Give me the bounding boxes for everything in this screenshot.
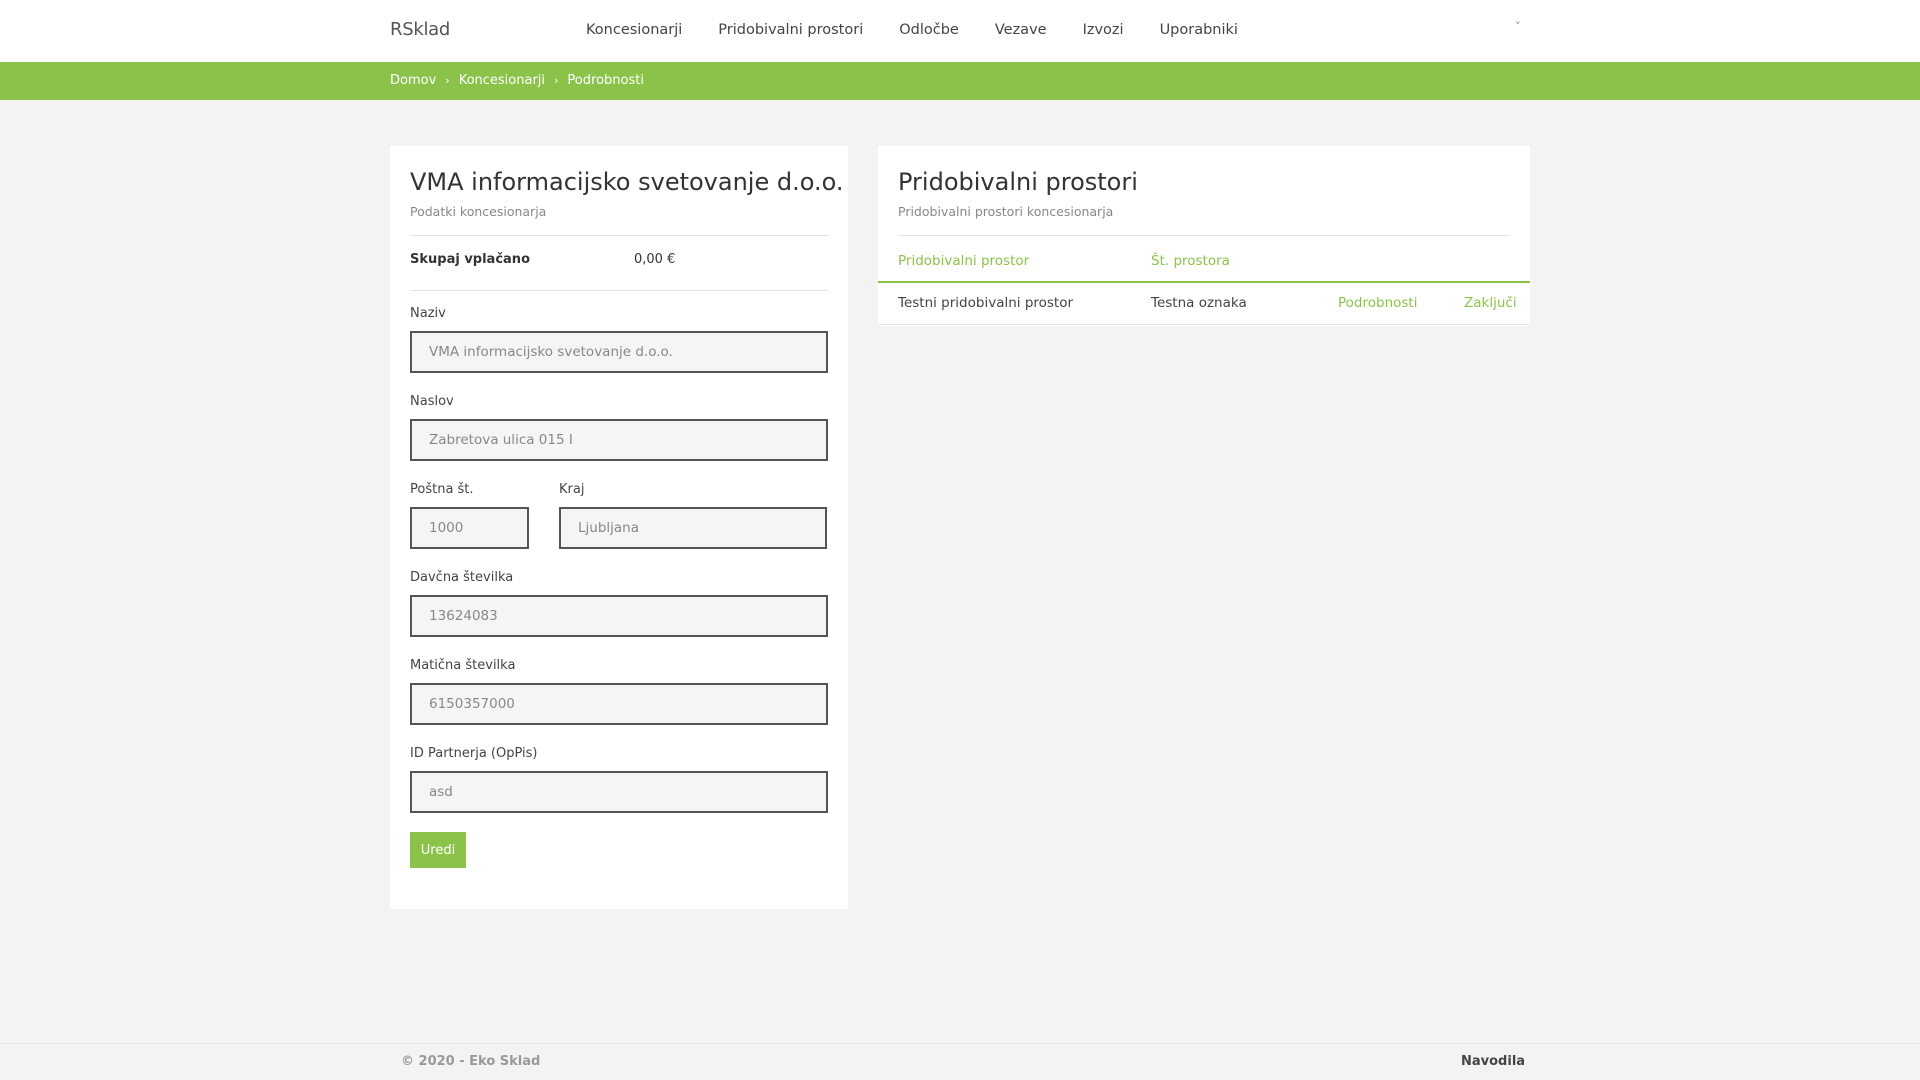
help-link[interactable]: Navodila xyxy=(1461,1054,1525,1069)
breadcrumb: Domov › Koncesionarji › Podrobnosti xyxy=(390,73,644,88)
premises-subtitle: Pridobivalni prostori koncesionarja xyxy=(898,204,1114,219)
top-navbar: RSklad Koncesionarji Pridobivalni prosto… xyxy=(0,0,1920,62)
brand-logo[interactable]: RSklad xyxy=(390,19,450,40)
table-header-underline xyxy=(878,281,1530,283)
total-paid-value: 0,00 € xyxy=(634,252,676,267)
divider xyxy=(410,290,828,291)
user-menu-chevron-down-icon[interactable]: ˅ xyxy=(1515,20,1521,33)
nav-koncesionarji[interactable]: Koncesionarji xyxy=(586,22,682,38)
cell-premise-name: Testni pridobivalni prostor xyxy=(898,295,1074,311)
naslov-label: Naslov xyxy=(410,394,454,409)
main-nav: Koncesionarji Pridobivalni prostori Odlo… xyxy=(586,22,1274,38)
davcna-input[interactable] xyxy=(410,595,828,637)
nav-pridobivalni-prostori[interactable]: Pridobivalni prostori xyxy=(718,22,863,38)
naziv-label: Naziv xyxy=(410,306,446,321)
naziv-input[interactable] xyxy=(410,331,828,373)
breadcrumb-koncesionarji[interactable]: Koncesionarji xyxy=(459,73,545,88)
row-divider xyxy=(878,324,1530,325)
kraj-label: Kraj xyxy=(559,482,585,497)
partner-id-input[interactable] xyxy=(410,771,828,813)
column-header-number[interactable]: Št. prostora xyxy=(1151,253,1230,269)
footer: © 2020 - Eko Sklad Navodila xyxy=(0,1043,1920,1080)
details-link[interactable]: Podrobnosti xyxy=(1338,295,1417,311)
premises-title: Pridobivalni prostori xyxy=(898,168,1138,196)
copyright-text: © 2020 - Eko Sklad xyxy=(401,1054,541,1069)
concessionaire-panel: VMA informacijsko svetovanje d.o.o. Poda… xyxy=(390,146,848,909)
column-header-premise[interactable]: Pridobivalni prostor xyxy=(898,253,1029,269)
maticna-label: Matična številka xyxy=(410,658,516,673)
maticna-input[interactable] xyxy=(410,683,828,725)
total-paid-label: Skupaj vplačano xyxy=(410,252,530,267)
chevron-right-icon: › xyxy=(445,74,450,87)
postna-input[interactable] xyxy=(410,507,529,549)
postna-label: Poštna št. xyxy=(410,482,474,497)
close-link[interactable]: Zaključi xyxy=(1464,295,1517,311)
nav-izvozi[interactable]: Izvozi xyxy=(1083,22,1124,38)
breadcrumb-bar: Domov › Koncesionarji › Podrobnosti xyxy=(0,62,1920,100)
divider xyxy=(898,235,1510,236)
kraj-input[interactable] xyxy=(559,507,827,549)
davcna-label: Davčna številka xyxy=(410,570,514,585)
chevron-right-icon: › xyxy=(554,74,559,87)
premises-panel: Pridobivalni prostori Pridobivalni prost… xyxy=(878,146,1530,326)
edit-button[interactable]: Uredi xyxy=(410,832,466,868)
divider xyxy=(410,235,828,236)
nav-uporabniki[interactable]: Uporabniki xyxy=(1160,22,1238,38)
breadcrumb-home[interactable]: Domov xyxy=(390,73,436,88)
breadcrumb-current: Podrobnosti xyxy=(567,73,644,88)
concessionaire-title: VMA informacijsko svetovanje d.o.o. xyxy=(410,168,844,196)
concessionaire-subtitle: Podatki koncesionarja xyxy=(410,204,547,219)
nav-odlocbe[interactable]: Odločbe xyxy=(899,22,959,38)
cell-premise-number: Testna oznaka xyxy=(1151,295,1247,311)
naslov-input[interactable] xyxy=(410,419,828,461)
partner-id-label: ID Partnerja (OpPis) xyxy=(410,746,538,761)
nav-vezave[interactable]: Vezave xyxy=(995,22,1047,38)
